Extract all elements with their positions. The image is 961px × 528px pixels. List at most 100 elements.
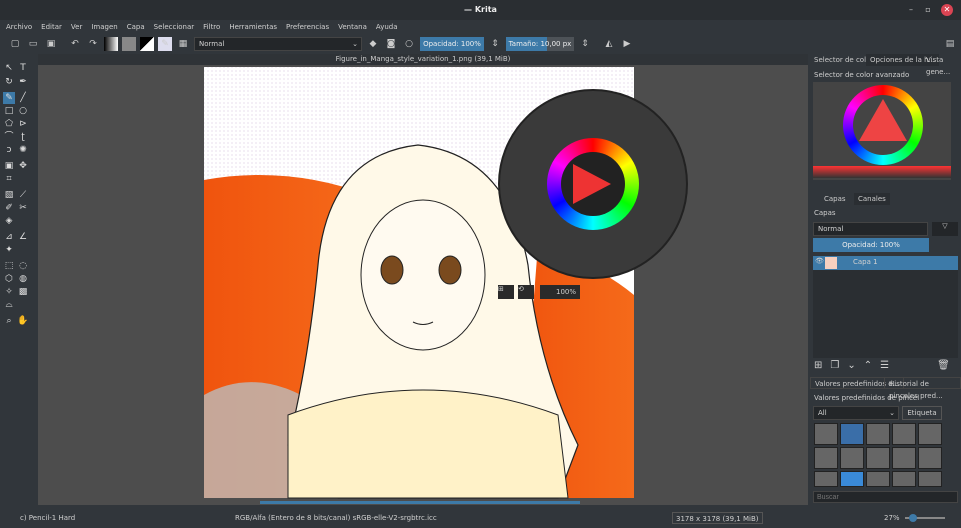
- redo-icon[interactable]: ↷: [86, 37, 100, 51]
- brush-preset[interactable]: [814, 423, 838, 445]
- tab-brush-history[interactable]: Historial de pinceles pred...: [884, 377, 961, 400]
- color-picker-icon[interactable]: ⟋: [17, 189, 29, 201]
- polygon-tool-icon[interactable]: ⬠: [3, 118, 15, 130]
- move-up-icon[interactable]: ⌃: [864, 360, 872, 371]
- menu-filtro[interactable]: Filtro: [203, 20, 220, 34]
- zoom-tool-icon[interactable]: ⌕: [3, 315, 15, 327]
- menu-editar[interactable]: Editar: [41, 20, 62, 34]
- preset-filter-select[interactable]: All ⌄: [813, 406, 899, 420]
- close-button[interactable]: ✕: [941, 4, 953, 16]
- gradient-tool-icon[interactable]: ▧: [3, 189, 15, 201]
- layer-blend-select[interactable]: Normal: [813, 222, 928, 236]
- ellipse-tool-icon[interactable]: ○: [17, 105, 29, 117]
- brush-preset[interactable]: [892, 471, 916, 487]
- brush-preset[interactable]: [814, 471, 838, 487]
- mirror-horizontal-icon[interactable]: ◭: [602, 37, 616, 51]
- dynamic-brush-icon[interactable]: ↄ: [3, 144, 15, 156]
- brush-preset[interactable]: [892, 447, 916, 469]
- freehand-select-icon[interactable]: ◍: [17, 273, 29, 285]
- transform-tool-icon[interactable]: ▣: [3, 160, 15, 172]
- calligraphy-icon[interactable]: ✒: [17, 76, 29, 88]
- polygon-select-icon[interactable]: ⬡: [3, 273, 15, 285]
- move-tool-icon[interactable]: ✥: [17, 160, 29, 172]
- mirror-vertical-icon[interactable]: ▶: [620, 37, 634, 51]
- brush-preset[interactable]: [840, 447, 864, 469]
- ellipse-select-icon[interactable]: ◌: [17, 260, 29, 272]
- menu-preferencias[interactable]: Preferencias: [286, 20, 329, 34]
- layer-row[interactable]: 👁 Capa 1: [813, 256, 958, 270]
- size-slider[interactable]: Tamaño: 10,00 px: [506, 37, 574, 51]
- menu-seleccionar[interactable]: Seleccionar: [154, 20, 195, 34]
- preserve-alpha-icon[interactable]: ◙: [384, 37, 398, 51]
- brush-preset[interactable]: [866, 447, 890, 469]
- brush-settings-icon[interactable]: ▦: [176, 37, 190, 51]
- move-down-icon[interactable]: ⌄: [847, 360, 855, 371]
- smart-patch-icon[interactable]: ✂: [17, 202, 29, 214]
- opacity-slider[interactable]: Opacidad: 100%: [420, 37, 484, 51]
- menu-herramientas[interactable]: Herramientas: [229, 20, 277, 34]
- zoom-slider[interactable]: [905, 514, 945, 522]
- bezier-tool-icon[interactable]: ⌒: [3, 131, 15, 143]
- popup-zoom-button[interactable]: 100%: [540, 285, 580, 299]
- horizontal-scrollbar[interactable]: [260, 501, 580, 504]
- blend-mode-select[interactable]: Normal ⌄: [194, 37, 362, 51]
- popup-color-triangle[interactable]: [561, 152, 625, 216]
- reload-icon[interactable]: ○: [402, 37, 416, 51]
- popup-rotate-button[interactable]: ⟲: [518, 285, 534, 299]
- tab-layers[interactable]: Capas: [820, 193, 850, 205]
- popup-mirror-button[interactable]: ⊞: [498, 285, 514, 299]
- canvas[interactable]: ⊞ ⟲ 100%: [38, 65, 808, 505]
- preset-search-input[interactable]: [813, 491, 958, 503]
- text-tool-icon[interactable]: T: [17, 62, 29, 74]
- advanced-color-selector[interactable]: [813, 82, 951, 180]
- tab-channels[interactable]: Canales: [854, 193, 890, 205]
- brush-preset-button[interactable]: ✎: [158, 37, 172, 51]
- menu-archivo[interactable]: Archivo: [6, 20, 32, 34]
- open-icon[interactable]: ▭: [26, 37, 40, 51]
- opacity-spin-icon[interactable]: ⇕: [488, 37, 502, 51]
- brush-preset[interactable]: [866, 471, 890, 487]
- maximize-button[interactable]: ▫: [922, 4, 934, 16]
- line-tool-icon[interactable]: ╱: [17, 92, 29, 104]
- assistant-tool-icon[interactable]: ⊿: [3, 231, 15, 243]
- minimize-button[interactable]: –: [905, 4, 917, 16]
- size-spin-icon[interactable]: ⇕: [578, 37, 592, 51]
- polyline-tool-icon[interactable]: ⊳: [17, 118, 29, 130]
- pan-tool-icon[interactable]: ✋: [17, 315, 29, 327]
- workspace-icon[interactable]: ▤: [943, 37, 957, 51]
- menu-ayuda[interactable]: Ayuda: [376, 20, 398, 34]
- layer-properties-icon[interactable]: ☰: [880, 360, 889, 371]
- add-layer-icon[interactable]: ⊞: [814, 360, 822, 371]
- menu-ventana[interactable]: Ventana: [338, 20, 367, 34]
- brush-preset[interactable]: [840, 471, 864, 487]
- tag-button[interactable]: Etiqueta: [902, 406, 942, 420]
- menu-capa[interactable]: Capa: [127, 20, 145, 34]
- brush-preset[interactable]: [840, 423, 864, 445]
- new-document-icon[interactable]: ▢: [8, 37, 22, 51]
- similar-select-icon[interactable]: ▩: [17, 286, 29, 298]
- crop-tool-icon[interactable]: ⌗: [3, 173, 15, 185]
- popup-color-ring[interactable]: [547, 138, 639, 230]
- rect-select-icon[interactable]: ⬚: [3, 260, 15, 272]
- fill-tool-icon[interactable]: ◈: [3, 215, 15, 227]
- menu-imagen[interactable]: Imagen: [91, 20, 117, 34]
- delete-layer-icon[interactable]: 🗑: [937, 360, 950, 371]
- layer-opacity-slider[interactable]: Opacidad: 100%: [813, 238, 929, 252]
- rectangle-tool-icon[interactable]: □: [3, 105, 15, 117]
- document-tab[interactable]: Figure_in_Manga_style_variation_1.png (3…: [38, 54, 808, 65]
- brush-preset[interactable]: [918, 423, 942, 445]
- gradient-button[interactable]: [104, 37, 118, 51]
- save-icon[interactable]: ▣: [44, 37, 58, 51]
- popup-palette[interactable]: [498, 89, 688, 279]
- brush-tool-icon[interactable]: ✎: [3, 92, 15, 104]
- status-brush[interactable]: c) Pencil-1 Hard: [20, 508, 75, 528]
- multibrush-icon[interactable]: ✺: [17, 144, 29, 156]
- tab-overview[interactable]: Vista gene...: [922, 54, 961, 76]
- visibility-icon[interactable]: 👁: [815, 257, 824, 265]
- edit-shapes-icon[interactable]: ↻: [3, 76, 15, 88]
- undo-icon[interactable]: ↶: [68, 37, 82, 51]
- layer-filter-icon[interactable]: ▽: [932, 222, 958, 236]
- select-tool-icon[interactable]: ↖: [3, 62, 15, 74]
- freehand-path-icon[interactable]: ʈ: [17, 131, 29, 143]
- eraser-icon[interactable]: ◆: [366, 37, 380, 51]
